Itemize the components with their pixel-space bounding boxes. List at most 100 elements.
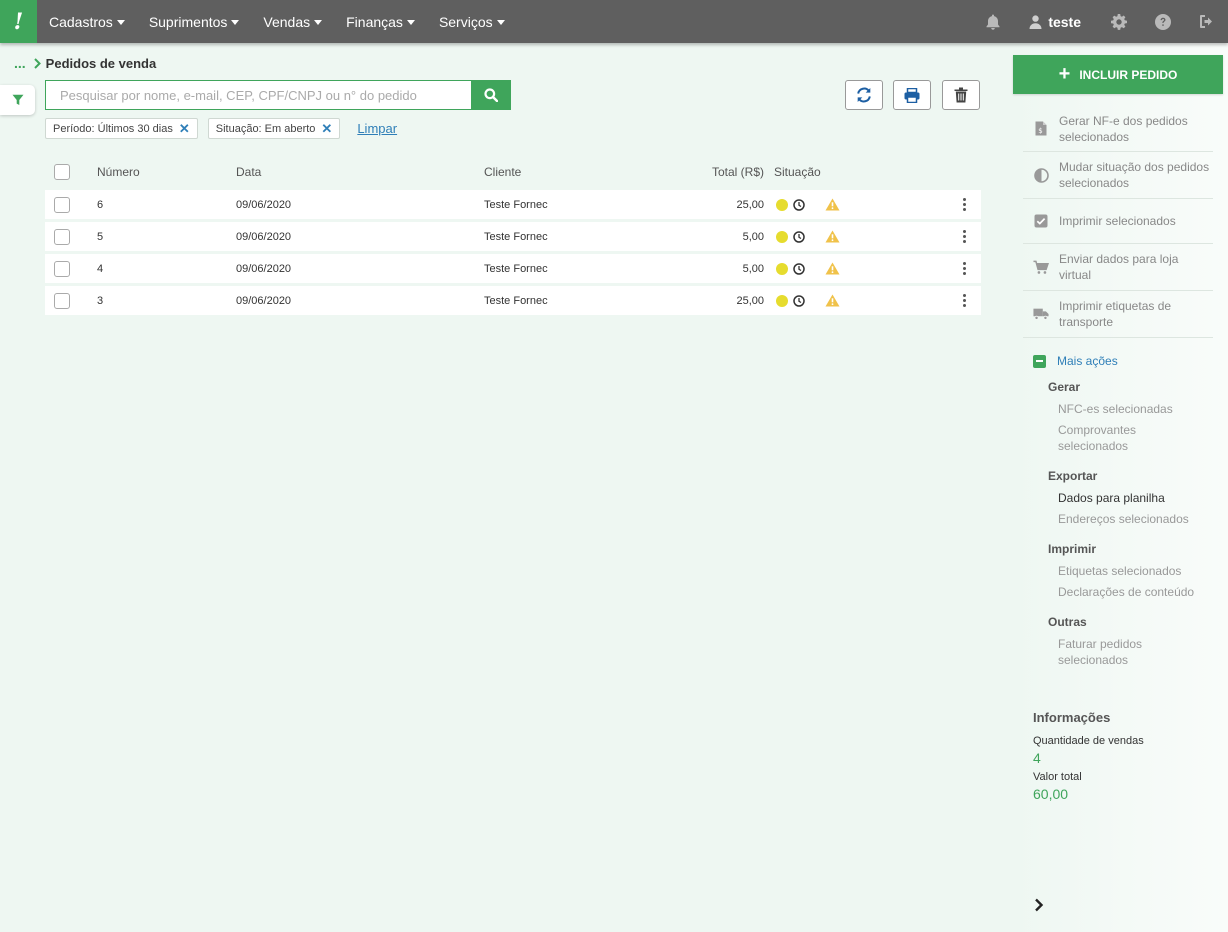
clock-icon xyxy=(793,198,805,211)
link-nfce-selected[interactable]: NFC-es selecionadas xyxy=(1058,401,1173,417)
search-button[interactable] xyxy=(471,80,511,110)
print-button[interactable] xyxy=(893,80,931,110)
action-generate-nfe[interactable]: $ Gerar NF-e dos pedidos selecionados xyxy=(1023,106,1213,152)
refresh-icon xyxy=(857,87,871,103)
group-title-imprimir: Imprimir xyxy=(1048,542,1097,556)
filter-toggle-button[interactable] xyxy=(0,85,35,115)
order-status xyxy=(764,230,914,243)
add-order-button[interactable]: + INCLUIR PEDIDO xyxy=(1013,55,1223,94)
more-vert-icon[interactable] xyxy=(961,294,967,307)
action-label: Gerar NF-e dos pedidos selecionados xyxy=(1059,113,1188,144)
delete-button[interactable] xyxy=(942,80,980,110)
order-client: Teste Fornec xyxy=(484,294,548,307)
search-input[interactable] xyxy=(45,80,471,110)
warning-icon[interactable] xyxy=(825,198,840,211)
more-vert-icon[interactable] xyxy=(961,262,967,275)
order-status xyxy=(764,294,914,307)
collapse-panel-button[interactable] xyxy=(1034,898,1044,915)
link-receipts-selected[interactable]: Comprovantes selecionados xyxy=(1058,422,1178,454)
clock-icon xyxy=(793,230,805,243)
printer-icon xyxy=(904,87,920,103)
more-actions-toggle[interactable]: Mais ações xyxy=(1033,354,1118,368)
chevron-right-icon xyxy=(1035,898,1044,912)
user-menu[interactable]: teste xyxy=(1029,14,1081,30)
link-export-addresses[interactable]: Endereços selecionados xyxy=(1058,511,1189,527)
row-checkbox[interactable] xyxy=(54,228,70,245)
help-icon[interactable] xyxy=(1155,13,1171,30)
action-print-labels[interactable]: Imprimir etiquetas de transporte xyxy=(1023,291,1213,338)
header-total[interactable]: Total (R$) xyxy=(664,165,764,179)
main-menu: Cadastros Suprimentos Vendas Finanças Se… xyxy=(49,14,529,30)
bell-icon[interactable] xyxy=(986,14,1000,30)
menu-servicos[interactable]: Serviços xyxy=(439,14,505,30)
header-number[interactable]: Número xyxy=(97,165,236,179)
action-send-store[interactable]: Enviar dados para loja virtual xyxy=(1023,244,1213,291)
link-print-labels[interactable]: Etiquetas selecionados xyxy=(1058,563,1181,579)
menu-label: Serviços xyxy=(438,13,493,30)
row-check-cell xyxy=(45,196,97,213)
link-export-spreadsheet[interactable]: Dados para planilha xyxy=(1058,490,1165,506)
row-checkbox[interactable] xyxy=(54,292,70,309)
logout-icon[interactable] xyxy=(1199,14,1215,29)
link-print-declarations[interactable]: Declarações de conteúdo xyxy=(1058,584,1194,600)
table-header: Número Data Cliente Total (R$) Situação xyxy=(45,157,981,187)
order-total: 25,00 xyxy=(736,198,764,211)
row-menu-cell xyxy=(914,294,981,307)
order-number: 4 xyxy=(97,262,104,275)
refresh-button[interactable] xyxy=(845,80,883,110)
row-checkbox[interactable] xyxy=(54,196,70,213)
menu-cadastros[interactable]: Cadastros xyxy=(49,14,125,30)
status-dot-icon xyxy=(776,198,788,211)
warning-icon[interactable] xyxy=(825,262,840,275)
action-change-status[interactable]: Mudar situação dos pedidos selecionados xyxy=(1023,152,1213,199)
table-row[interactable]: 5 09/06/2020 Teste Fornec 5,00 xyxy=(45,222,981,251)
breadcrumb-ellipsis[interactable]: ... xyxy=(14,55,26,71)
action-label: Imprimir selecionados xyxy=(1059,214,1176,228)
header-status[interactable]: Situação xyxy=(764,165,914,179)
warning-icon[interactable] xyxy=(825,230,840,243)
row-check-cell xyxy=(45,292,97,309)
sales-count-label: Quantidade de vendas xyxy=(1033,735,1144,747)
action-print-selected[interactable]: Imprimir selecionados xyxy=(1023,199,1213,244)
trash-icon xyxy=(954,87,968,103)
row-menu-cell xyxy=(914,262,981,275)
row-check-cell xyxy=(45,228,97,245)
row-checkbox[interactable] xyxy=(54,260,70,277)
menu-label: Cadastros xyxy=(49,13,113,30)
remove-filter-icon[interactable]: ✕ xyxy=(179,121,190,137)
order-total: 25,00 xyxy=(736,294,764,307)
clear-filters-link[interactable]: Limpar xyxy=(357,121,397,136)
action-label: Imprimir etiquetas de transporte xyxy=(1059,299,1172,329)
more-vert-icon[interactable] xyxy=(961,230,967,243)
status-dot-icon xyxy=(776,262,788,275)
app-logo[interactable]: ! xyxy=(0,0,37,43)
order-number: 6 xyxy=(97,198,104,211)
caret-down-icon xyxy=(496,19,505,25)
order-client: Teste Fornec xyxy=(484,262,548,275)
menu-suprimentos[interactable]: Suprimentos xyxy=(149,14,240,30)
header-date[interactable]: Data xyxy=(236,165,484,179)
header-client[interactable]: Cliente xyxy=(484,165,664,179)
menu-financas[interactable]: Finanças xyxy=(346,14,415,30)
menu-vendas[interactable]: Vendas xyxy=(263,13,323,30)
svg-text:$: $ xyxy=(1038,127,1042,135)
order-date: 09/06/2020 xyxy=(236,198,292,211)
table-row[interactable]: 4 09/06/2020 Teste Fornec 5,00 xyxy=(45,254,981,283)
table-row[interactable]: 3 09/06/2020 Teste Fornec 25,00 xyxy=(45,286,981,315)
menu-label: Vendas xyxy=(263,13,311,30)
gear-icon[interactable] xyxy=(1111,13,1127,30)
order-total: 5,00 xyxy=(742,262,764,275)
warning-icon[interactable] xyxy=(825,294,840,307)
clock-icon xyxy=(793,262,805,275)
more-vert-icon[interactable] xyxy=(961,198,967,211)
select-all-checkbox[interactable] xyxy=(54,164,70,180)
order-date: 09/06/2020 xyxy=(236,230,292,243)
top-right-tools: teste xyxy=(986,0,1228,43)
menu-label: Suprimentos xyxy=(148,13,228,30)
remove-filter-icon[interactable]: ✕ xyxy=(321,121,332,137)
link-invoice-orders[interactable]: Faturar pedidos selecionados xyxy=(1058,636,1178,668)
order-total: 5,00 xyxy=(742,230,764,243)
order-number: 3 xyxy=(97,294,104,307)
table-row[interactable]: 6 09/06/2020 Teste Fornec 25,00 xyxy=(45,190,981,219)
order-status xyxy=(764,198,914,211)
